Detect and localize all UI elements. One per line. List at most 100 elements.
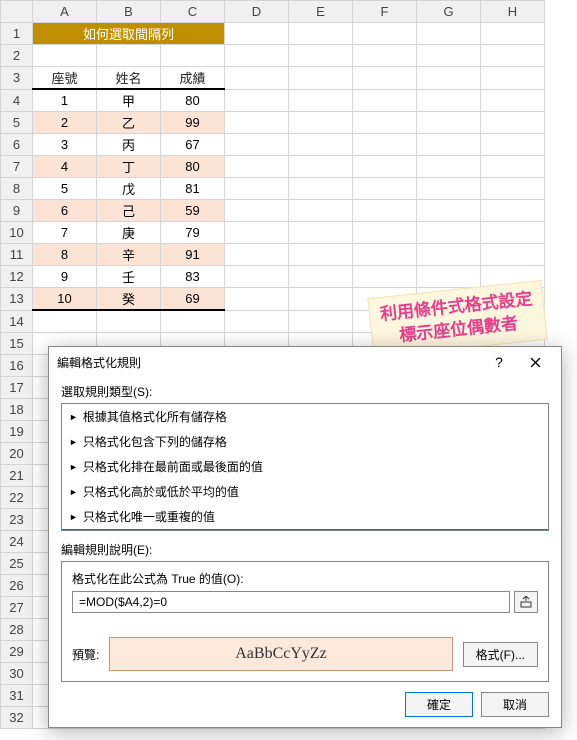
cell-seat[interactable]: 2 xyxy=(33,112,97,134)
cell[interactable] xyxy=(289,222,353,244)
row-header-5[interactable]: 5 xyxy=(1,112,33,134)
row-header-32[interactable]: 32 xyxy=(1,706,33,728)
row-header-6[interactable]: 6 xyxy=(1,134,33,156)
cell[interactable] xyxy=(417,67,481,90)
cell[interactable] xyxy=(289,200,353,222)
cell[interactable] xyxy=(481,222,545,244)
rule-type-option[interactable]: ►使用公式來決定要格式化哪些儲存格 xyxy=(62,529,548,531)
cell[interactable] xyxy=(97,310,161,332)
cell[interactable] xyxy=(225,244,289,266)
cell[interactable] xyxy=(33,45,97,67)
cell[interactable] xyxy=(481,23,545,45)
row-header-19[interactable]: 19 xyxy=(1,420,33,442)
cell[interactable] xyxy=(417,23,481,45)
cell[interactable] xyxy=(417,200,481,222)
rule-type-option[interactable]: ►只格式化唯一或重複的值 xyxy=(62,504,548,529)
col-header-C[interactable]: C xyxy=(161,1,225,23)
row-header-29[interactable]: 29 xyxy=(1,640,33,662)
row-header-7[interactable]: 7 xyxy=(1,156,33,178)
row-header-27[interactable]: 27 xyxy=(1,596,33,618)
row-header-20[interactable]: 20 xyxy=(1,442,33,464)
cell-name[interactable]: 甲 xyxy=(97,89,161,112)
cell-score[interactable]: 83 xyxy=(161,266,225,288)
cell[interactable] xyxy=(225,310,289,332)
cell-seat[interactable]: 9 xyxy=(33,266,97,288)
row-header-8[interactable]: 8 xyxy=(1,178,33,200)
cell-seat[interactable]: 5 xyxy=(33,178,97,200)
cell[interactable] xyxy=(289,178,353,200)
col-header-D[interactable]: D xyxy=(225,1,289,23)
cell-score[interactable]: 69 xyxy=(161,288,225,311)
cell[interactable] xyxy=(481,67,545,90)
row-header-17[interactable]: 17 xyxy=(1,376,33,398)
cell[interactable] xyxy=(289,310,353,332)
row-header-15[interactable]: 15 xyxy=(1,332,33,354)
cell-score[interactable]: 80 xyxy=(161,89,225,112)
cell[interactable] xyxy=(225,266,289,288)
cell[interactable] xyxy=(417,89,481,112)
row-header-30[interactable]: 30 xyxy=(1,662,33,684)
cell[interactable] xyxy=(481,156,545,178)
cell[interactable] xyxy=(289,67,353,90)
cell[interactable] xyxy=(417,45,481,67)
row-header-9[interactable]: 9 xyxy=(1,200,33,222)
cell[interactable] xyxy=(417,156,481,178)
cell-seat[interactable]: 4 xyxy=(33,156,97,178)
cell[interactable] xyxy=(225,288,289,311)
col-header-F[interactable]: F xyxy=(353,1,417,23)
cell-name[interactable]: 丁 xyxy=(97,156,161,178)
cell-score[interactable]: 79 xyxy=(161,222,225,244)
cell-name[interactable]: 乙 xyxy=(97,112,161,134)
cell[interactable] xyxy=(353,200,417,222)
cell-name[interactable]: 辛 xyxy=(97,244,161,266)
cell-score[interactable]: 99 xyxy=(161,112,225,134)
cell[interactable] xyxy=(353,266,417,288)
cell[interactable] xyxy=(481,112,545,134)
row-header-21[interactable]: 21 xyxy=(1,464,33,486)
row-header-16[interactable]: 16 xyxy=(1,354,33,376)
cell[interactable] xyxy=(353,67,417,90)
col-header-H[interactable]: H xyxy=(481,1,545,23)
row-header-2[interactable]: 2 xyxy=(1,45,33,67)
cell[interactable] xyxy=(353,23,417,45)
cell[interactable] xyxy=(225,200,289,222)
cell-name[interactable]: 癸 xyxy=(97,288,161,311)
cell-seat[interactable]: 6 xyxy=(33,200,97,222)
row-header-31[interactable]: 31 xyxy=(1,684,33,706)
row-header-13[interactable]: 13 xyxy=(1,288,33,311)
cell[interactable] xyxy=(417,134,481,156)
cell[interactable] xyxy=(225,67,289,90)
row-header-23[interactable]: 23 xyxy=(1,508,33,530)
col-header-A[interactable]: A xyxy=(33,1,97,23)
cancel-button[interactable]: 取消 xyxy=(481,692,549,717)
cell[interactable] xyxy=(225,112,289,134)
cell-seat[interactable]: 1 xyxy=(33,89,97,112)
row-header-11[interactable]: 11 xyxy=(1,244,33,266)
cell[interactable] xyxy=(289,89,353,112)
cell[interactable] xyxy=(353,134,417,156)
col-header-B[interactable]: B xyxy=(97,1,161,23)
cell[interactable] xyxy=(353,45,417,67)
cell[interactable] xyxy=(225,134,289,156)
select-all-corner[interactable] xyxy=(1,1,33,23)
rule-type-option[interactable]: ►只格式化排在最前面或最後面的值 xyxy=(62,454,548,479)
cell[interactable] xyxy=(289,288,353,311)
row-header-24[interactable]: 24 xyxy=(1,530,33,552)
row-header-1[interactable]: 1 xyxy=(1,23,33,45)
cell-name[interactable]: 壬 xyxy=(97,266,161,288)
cell[interactable] xyxy=(353,112,417,134)
cell[interactable] xyxy=(289,134,353,156)
cell[interactable] xyxy=(353,244,417,266)
col-header-G[interactable]: G xyxy=(417,1,481,23)
row-header-25[interactable]: 25 xyxy=(1,552,33,574)
cell-seat[interactable]: 8 xyxy=(33,244,97,266)
cell[interactable] xyxy=(481,200,545,222)
cell-seat[interactable]: 7 xyxy=(33,222,97,244)
cell[interactable] xyxy=(97,45,161,67)
row-header-18[interactable]: 18 xyxy=(1,398,33,420)
cell-name[interactable]: 己 xyxy=(97,200,161,222)
cell[interactable] xyxy=(225,89,289,112)
cell-name[interactable]: 庚 xyxy=(97,222,161,244)
cell[interactable] xyxy=(161,310,225,332)
ok-button[interactable]: 確定 xyxy=(405,692,473,717)
